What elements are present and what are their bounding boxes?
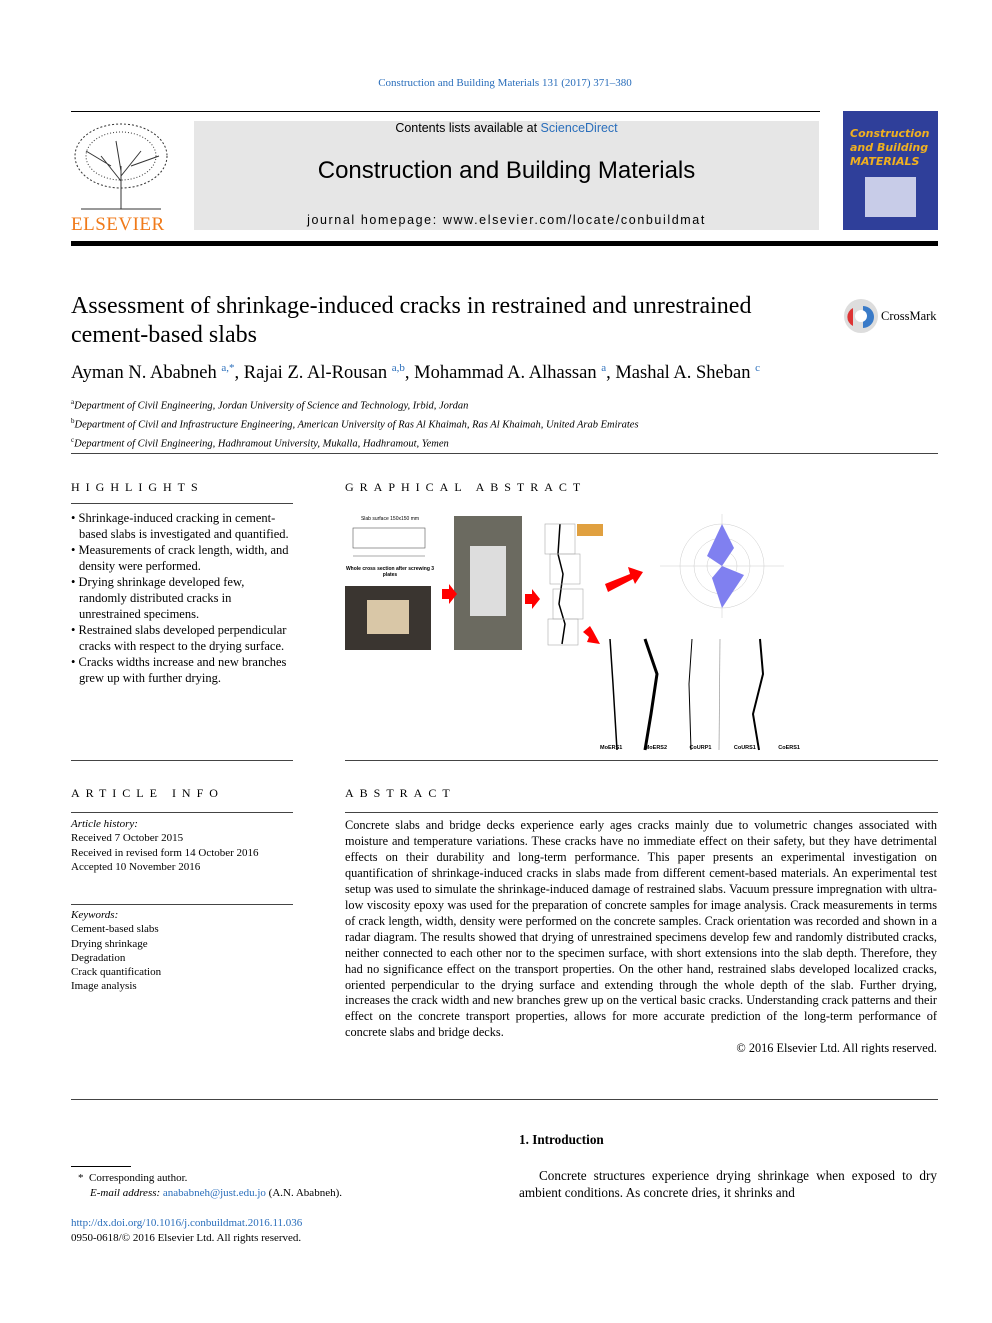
footnote: * Corresponding author. E-mail address: …	[78, 1172, 342, 1199]
author-list: Ayman N. Ababneh a,*, Rajai Z. Al-Rousan…	[71, 362, 760, 384]
crossmark-icon	[844, 299, 878, 333]
divider	[71, 453, 938, 454]
elsevier-wordmark: ELSEVIER	[71, 214, 165, 235]
contents-line: Contents lists available at ScienceDirec…	[395, 121, 618, 135]
highlights-list: • Shrinkage-induced cracking in cement-b…	[71, 510, 295, 686]
divider	[71, 812, 293, 813]
copyright: © 2016 Elsevier Ltd. All rights reserved…	[736, 1041, 937, 1056]
journal-cover: Construction and Building MATERIALS	[843, 111, 938, 230]
email-link[interactable]: anababneh@just.edu.jo	[163, 1187, 266, 1199]
highlight-item: • Restrained slabs developed perpendicul…	[71, 623, 287, 653]
issn-copyright: 0950-0618/© 2016 Elsevier Ltd. All right…	[71, 1232, 302, 1244]
affiliation: aDepartment of Civil Engineering, Jordan…	[71, 398, 469, 412]
article-history: Article history: Received 7 October 2015…	[71, 818, 259, 873]
divider	[345, 812, 938, 813]
abstract-body: Concrete slabs and bridge decks experien…	[345, 818, 937, 1056]
divider	[71, 503, 293, 504]
author[interactable]: Ayman N. Ababneh a,*	[71, 362, 235, 383]
journal-title: Construction and Building Materials	[317, 157, 696, 184]
crack-labels: MoERS1 MoERS2 CoURP1 CoURS1 CoERS1	[600, 745, 800, 751]
footnote-rule	[71, 1166, 131, 1167]
graphical-abstract-figure: Slab surface 150x150 mm Whole cross sect…	[345, 514, 800, 751]
paper-page: Construction and Building Materials 131 …	[0, 0, 992, 1323]
affiliation: bDepartment of Civil and Infrastructure …	[71, 417, 639, 431]
affiliations: aDepartment of Civil Engineering, Jordan…	[71, 395, 639, 452]
author[interactable]: Mohammad A. Alhassan a	[414, 362, 606, 383]
crossmark-button[interactable]: CrossMark	[843, 298, 937, 334]
article-info-heading: ARTICLE INFO	[71, 786, 224, 800]
author[interactable]: Mashal A. Sheban c	[615, 362, 760, 383]
doi-link[interactable]: http://dx.doi.org/10.1016/j.conbuildmat.…	[71, 1216, 302, 1231]
graphical-abstract-heading: GRAPHICAL ABSTRACT	[345, 480, 587, 494]
highlight-item: • Shrinkage-induced cracking in cement-b…	[71, 511, 289, 541]
keywords: Keywords: Cement-based slabs Drying shrin…	[71, 909, 162, 993]
divider	[345, 760, 938, 761]
header-rule	[71, 241, 938, 246]
divider	[71, 1099, 938, 1100]
journal-homepage[interactable]: journal homepage: www.elsevier.com/locat…	[194, 213, 819, 227]
journal-citation[interactable]: Construction and Building Materials 131 …	[0, 77, 992, 89]
article-title: Assessment of shrinkage-induced cracks i…	[71, 293, 752, 348]
introduction-text: Concrete structures experience drying sh…	[519, 1168, 937, 1200]
abstract-heading: ABSTRACT	[345, 786, 456, 800]
highlight-item: • Cracks widths increase and new branche…	[71, 655, 287, 685]
sciencedirect-link[interactable]: ScienceDirect	[541, 121, 618, 135]
highlight-item: • Drying shrinkage developed few, random…	[71, 575, 245, 621]
highlights-heading: HIGHLIGHTS	[71, 480, 204, 494]
author[interactable]: Rajai Z. Al-Rousan a,b	[244, 362, 405, 383]
highlight-item: • Measurements of crack length, width, a…	[71, 543, 289, 573]
divider	[71, 111, 820, 112]
divider	[71, 904, 293, 905]
divider	[71, 760, 293, 761]
affiliation: cDepartment of Civil Engineering, Hadhra…	[71, 436, 449, 450]
elsevier-logo: ELSEVIER	[71, 121, 171, 235]
introduction-heading: 1. Introduction	[519, 1132, 604, 1147]
